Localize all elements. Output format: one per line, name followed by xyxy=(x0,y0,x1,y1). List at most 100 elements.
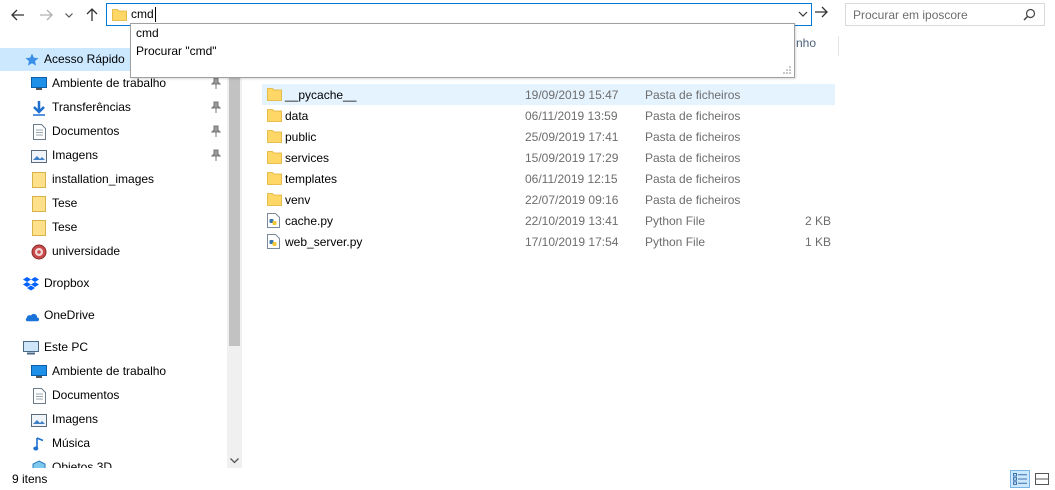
folder-icon xyxy=(31,220,47,236)
file-name: public xyxy=(285,130,317,144)
pictures-icon xyxy=(31,412,47,428)
back-arrow-icon xyxy=(11,9,24,21)
folder-icon xyxy=(267,172,282,185)
details-view-icon xyxy=(1013,473,1027,485)
documents-icon xyxy=(31,388,47,404)
documents-icon xyxy=(31,124,47,140)
address-input[interactable]: cmd xyxy=(131,7,154,21)
up-button[interactable] xyxy=(82,5,102,25)
file-row[interactable]: templates 06/11/2019 12:15 Pasta de fich… xyxy=(262,168,835,189)
file-row[interactable]: venv 22/07/2019 09:16 Pasta de ficheiros xyxy=(262,189,835,210)
computer-icon xyxy=(23,340,39,356)
file-row[interactable]: services 15/09/2019 17:29 Pasta de fiche… xyxy=(262,147,835,168)
pin-icon[interactable] xyxy=(211,149,221,161)
scrollbar-thumb[interactable] xyxy=(229,48,240,346)
folder-icon xyxy=(267,151,282,164)
sidebar-item-label: Transferências xyxy=(52,100,131,114)
sidebar-item-universidade[interactable]: universidade xyxy=(0,240,228,263)
objects-3d-icon xyxy=(31,460,47,468)
file-name: templates xyxy=(285,172,338,186)
file-type: Pasta de ficheiros xyxy=(645,172,741,186)
file-size: 1 KB xyxy=(804,235,831,249)
sidebar-item-label: OneDrive xyxy=(44,308,95,322)
sidebar-item-pc-documents[interactable]: Documentos xyxy=(0,384,228,407)
file-date: 06/11/2019 12:15 xyxy=(525,172,618,186)
sidebar-item-installation-images[interactable]: installation_images xyxy=(0,168,228,191)
folder-icon xyxy=(267,88,282,101)
resize-grip-icon[interactable] xyxy=(783,66,791,74)
file-type: Pasta de ficheiros xyxy=(645,193,741,207)
desktop-icon xyxy=(31,76,47,92)
chevron-down-icon xyxy=(65,12,73,18)
sidebar-item-tese[interactable]: Tese xyxy=(0,192,228,215)
onedrive-icon xyxy=(23,308,39,324)
file-name: venv xyxy=(285,193,311,207)
file-type: Python File xyxy=(645,214,706,228)
python-file-icon xyxy=(267,213,280,228)
large-icons-view-button[interactable] xyxy=(1032,470,1052,488)
forward-arrow-icon xyxy=(40,9,53,21)
file-row[interactable]: cache.py 22/10/2019 13:41 Python File 2 … xyxy=(262,210,835,231)
file-name: web_server.py xyxy=(285,235,363,249)
search-box[interactable]: Procurar em iposcore xyxy=(845,3,1045,26)
sidebar-item-label: Dropbox xyxy=(44,276,90,290)
sidebar-item-pictures[interactable]: Imagens xyxy=(0,144,228,167)
file-type: Pasta de ficheiros xyxy=(645,88,741,102)
sidebar-item-label: Objetos 3D xyxy=(52,460,113,468)
sidebar-item-label: Ambiente de trabalho xyxy=(52,364,167,378)
file-row[interactable]: data 06/11/2019 13:59 Pasta de ficheiros xyxy=(262,105,835,126)
file-name: services xyxy=(285,151,330,165)
sidebar-item-label: Música xyxy=(52,436,91,450)
sidebar-item-pc-music[interactable]: Música xyxy=(0,432,228,455)
pin-icon[interactable] xyxy=(211,101,221,113)
scroll-down-icon[interactable] xyxy=(230,458,239,464)
sidebar-item-label: Acesso Rápido xyxy=(44,52,125,66)
file-row[interactable]: __pycache__ 19/09/2019 15:47 Pasta de fi… xyxy=(262,84,835,105)
sidebar-item-label: Este PC xyxy=(44,340,89,354)
file-date: 15/09/2019 17:29 xyxy=(525,151,619,165)
sidebar-item-pc-desktop[interactable]: Ambiente de trabalho xyxy=(0,360,228,383)
pin-icon[interactable] xyxy=(211,125,221,137)
desktop-icon xyxy=(31,364,47,380)
sidebar-item-label: Documentos xyxy=(52,388,120,402)
autocomplete-item[interactable]: Procurar "cmd" xyxy=(136,44,217,58)
item-count: 9 itens xyxy=(12,472,48,486)
sidebar-item-label: Imagens xyxy=(52,412,99,426)
details-view-button[interactable] xyxy=(1010,470,1030,488)
sidebar-item-pc-pictures[interactable]: Imagens xyxy=(0,408,228,431)
sidebar-item-tese[interactable]: Tese xyxy=(0,216,228,239)
file-type: Pasta de ficheiros xyxy=(645,151,741,165)
search-placeholder: Procurar em iposcore xyxy=(853,8,968,22)
recent-locations-button[interactable] xyxy=(61,5,77,25)
autocomplete-dropdown: cmd Procurar "cmd" xyxy=(130,23,795,78)
address-dropdown-icon[interactable] xyxy=(797,8,809,20)
column-divider[interactable] xyxy=(838,36,839,56)
file-row[interactable]: web_server.py 17/10/2019 17:54 Python Fi… xyxy=(262,231,835,252)
university-icon xyxy=(31,244,47,260)
sidebar-item-this-pc[interactable]: Este PC xyxy=(0,336,228,359)
sidebar-item-pc-3d-objects[interactable]: Objetos 3D xyxy=(0,456,228,468)
file-date: 22/10/2019 13:41 xyxy=(525,214,619,228)
folder-icon xyxy=(267,193,282,206)
pin-icon[interactable] xyxy=(211,77,221,89)
file-row[interactable]: public 25/09/2019 17:41 Pasta de ficheir… xyxy=(262,126,835,147)
go-arrow-icon[interactable] xyxy=(814,6,828,18)
dropbox-icon xyxy=(23,276,39,292)
status-bar: 9 itens xyxy=(0,468,1055,490)
file-date: 22/07/2019 09:16 xyxy=(525,193,619,207)
autocomplete-item[interactable]: cmd xyxy=(136,26,159,40)
file-type: Python File xyxy=(645,235,706,249)
sidebar-item-label: Imagens xyxy=(52,148,99,162)
sidebar-item-documents[interactable]: Documentos xyxy=(0,120,228,143)
sidebar-item-downloads[interactable]: Transferências xyxy=(0,96,228,119)
forward-button[interactable] xyxy=(36,5,56,25)
file-name: cache.py xyxy=(285,214,334,228)
sidebar-item-dropbox[interactable]: Dropbox xyxy=(0,272,228,295)
folder-icon xyxy=(31,196,47,212)
sidebar-item-onedrive[interactable]: OneDrive xyxy=(0,304,228,327)
back-button[interactable] xyxy=(8,5,28,25)
file-date: 17/10/2019 17:54 xyxy=(525,235,619,249)
search-icon[interactable] xyxy=(1023,8,1036,21)
sidebar-scrollbar[interactable] xyxy=(227,48,242,468)
column-header-size[interactable]: nho xyxy=(796,36,816,50)
